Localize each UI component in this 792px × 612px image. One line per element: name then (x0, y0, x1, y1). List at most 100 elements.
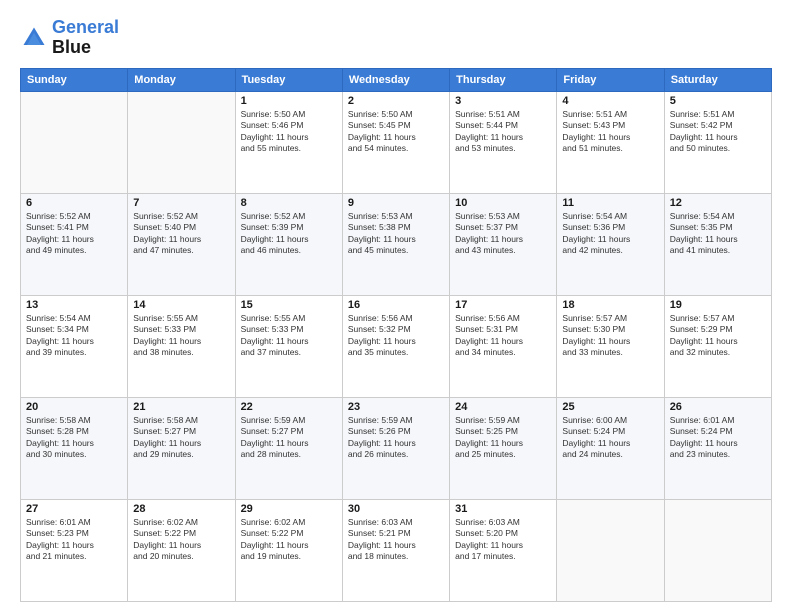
logo: GeneralBlue (20, 18, 119, 58)
day-info: Sunrise: 5:53 AM Sunset: 5:38 PM Dayligh… (348, 211, 444, 257)
page: GeneralBlue SundayMondayTuesdayWednesday… (0, 0, 792, 612)
calendar-cell: 30 Sunrise: 6:03 AM Sunset: 5:21 PM Dayli… (342, 499, 449, 601)
day-info: Sunrise: 5:51 AM Sunset: 5:42 PM Dayligh… (670, 109, 766, 155)
calendar-cell: 29Sunrise: 6:02 AM Sunset: 5:22 PM Dayli… (235, 499, 342, 601)
day-number: 2 (348, 95, 444, 107)
day-number: 30 (348, 503, 444, 515)
calendar-cell (664, 499, 771, 601)
day-info: Sunrise: 6:03 AM Sunset: 5:20 PM Dayligh… (455, 517, 551, 563)
day-number: 27 (26, 503, 122, 515)
day-info: Sunrise: 5:52 AM Sunset: 5:39 PM Dayligh… (241, 211, 337, 257)
weekday-header: Saturday (664, 68, 771, 91)
day-number: 18 (562, 299, 658, 311)
weekday-header: Wednesday (342, 68, 449, 91)
calendar-cell: 27 Sunrise: 6:01 AM Sunset: 5:23 PM Dayli… (21, 499, 128, 601)
calendar-cell: 17 Sunrise: 5:56 AM Sunset: 5:31 PM Dayli… (450, 295, 557, 397)
day-number: 12 (670, 197, 766, 209)
day-number: 11 (562, 197, 658, 209)
day-number: 7 (133, 197, 229, 209)
day-number: 21 (133, 401, 229, 413)
calendar-cell (557, 499, 664, 601)
day-info: Sunrise: 5:52 AM Sunset: 5:41 PM Dayligh… (26, 211, 122, 257)
day-info: Sunrise: 5:52 AM Sunset: 5:40 PM Dayligh… (133, 211, 229, 257)
calendar-cell: 14 Sunrise: 5:55 AM Sunset: 5:33 PM Dayli… (128, 295, 235, 397)
day-info: Sunrise: 5:58 AM Sunset: 5:27 PM Dayligh… (133, 415, 229, 461)
day-info: Sunrise: 5:54 AM Sunset: 5:35 PM Dayligh… (670, 211, 766, 257)
day-number: 14 (133, 299, 229, 311)
calendar-cell: 11 Sunrise: 5:54 AM Sunset: 5:36 PM Dayli… (557, 193, 664, 295)
calendar-cell (21, 91, 128, 193)
day-info: Sunrise: 5:58 AM Sunset: 5:28 PM Dayligh… (26, 415, 122, 461)
day-number: 4 (562, 95, 658, 107)
weekday-header: Monday (128, 68, 235, 91)
calendar-cell (128, 91, 235, 193)
calendar-cell: 22 Sunrise: 5:59 AM Sunset: 5:27 PM Dayli… (235, 397, 342, 499)
calendar-cell: 28 Sunrise: 6:02 AM Sunset: 5:22 PM Dayli… (128, 499, 235, 601)
day-info: Sunrise: 5:56 AM Sunset: 5:31 PM Dayligh… (455, 313, 551, 359)
calendar-cell: 4 Sunrise: 5:51 AM Sunset: 5:43 PM Daylig… (557, 91, 664, 193)
day-info: Sunrise: 5:54 AM Sunset: 5:36 PM Dayligh… (562, 211, 658, 257)
day-number: 17 (455, 299, 551, 311)
day-number: 10 (455, 197, 551, 209)
calendar-week-row: 27 Sunrise: 6:01 AM Sunset: 5:23 PM Dayli… (21, 499, 772, 601)
day-number: 19 (670, 299, 766, 311)
day-number: 3 (455, 95, 551, 107)
calendar-cell: 20 Sunrise: 5:58 AM Sunset: 5:28 PM Dayli… (21, 397, 128, 499)
day-info: Sunrise: 5:59 AM Sunset: 5:27 PM Dayligh… (241, 415, 337, 461)
weekday-header: Sunday (21, 68, 128, 91)
logo-icon (20, 24, 48, 52)
day-info: Sunrise: 5:55 AM Sunset: 5:33 PM Dayligh… (133, 313, 229, 359)
calendar-table: SundayMondayTuesdayWednesdayThursdayFrid… (20, 68, 772, 602)
day-number: 20 (26, 401, 122, 413)
calendar-cell: 2 Sunrise: 5:50 AM Sunset: 5:45 PM Daylig… (342, 91, 449, 193)
calendar-cell: 6 Sunrise: 5:52 AM Sunset: 5:41 PM Daylig… (21, 193, 128, 295)
calendar-cell: 19 Sunrise: 5:57 AM Sunset: 5:29 PM Dayli… (664, 295, 771, 397)
weekday-header: Thursday (450, 68, 557, 91)
day-number: 24 (455, 401, 551, 413)
day-info: Sunrise: 5:50 AM Sunset: 5:45 PM Dayligh… (348, 109, 444, 155)
day-number: 28 (133, 503, 229, 515)
calendar-cell: 13 Sunrise: 5:54 AM Sunset: 5:34 PM Dayli… (21, 295, 128, 397)
calendar-cell: 10 Sunrise: 5:53 AM Sunset: 5:37 PM Dayli… (450, 193, 557, 295)
day-number: 31 (455, 503, 551, 515)
calendar-cell: 26Sunrise: 6:01 AM Sunset: 5:24 PM Dayli… (664, 397, 771, 499)
day-number: 13 (26, 299, 122, 311)
day-number: 5 (670, 95, 766, 107)
calendar-cell: 3 Sunrise: 5:51 AM Sunset: 5:44 PM Daylig… (450, 91, 557, 193)
day-info: Sunrise: 5:51 AM Sunset: 5:44 PM Dayligh… (455, 109, 551, 155)
day-info: Sunrise: 6:01 AM Sunset: 5:24 PM Dayligh… (670, 415, 766, 461)
day-info: Sunrise: 5:55 AM Sunset: 5:33 PM Dayligh… (241, 313, 337, 359)
calendar-cell: 24Sunrise: 5:59 AM Sunset: 5:25 PM Dayli… (450, 397, 557, 499)
day-info: Sunrise: 6:00 AM Sunset: 5:24 PM Dayligh… (562, 415, 658, 461)
calendar-cell: 23Sunrise: 5:59 AM Sunset: 5:26 PM Dayli… (342, 397, 449, 499)
day-info: Sunrise: 6:03 AM Sunset: 5:21 PM Dayligh… (348, 517, 444, 563)
day-number: 15 (241, 299, 337, 311)
day-number: 8 (241, 197, 337, 209)
calendar-cell: 18Sunrise: 5:57 AM Sunset: 5:30 PM Dayli… (557, 295, 664, 397)
day-info: Sunrise: 5:53 AM Sunset: 5:37 PM Dayligh… (455, 211, 551, 257)
header: GeneralBlue (20, 18, 772, 58)
calendar-cell: 25 Sunrise: 6:00 AM Sunset: 5:24 PM Dayli… (557, 397, 664, 499)
day-info: Sunrise: 5:54 AM Sunset: 5:34 PM Dayligh… (26, 313, 122, 359)
weekday-header: Tuesday (235, 68, 342, 91)
calendar-cell: 12 Sunrise: 5:54 AM Sunset: 5:35 PM Dayli… (664, 193, 771, 295)
day-number: 16 (348, 299, 444, 311)
day-info: Sunrise: 5:57 AM Sunset: 5:29 PM Dayligh… (670, 313, 766, 359)
day-info: Sunrise: 6:02 AM Sunset: 5:22 PM Dayligh… (133, 517, 229, 563)
day-info: Sunrise: 5:51 AM Sunset: 5:43 PM Dayligh… (562, 109, 658, 155)
calendar-cell: 5 Sunrise: 5:51 AM Sunset: 5:42 PM Daylig… (664, 91, 771, 193)
day-number: 1 (241, 95, 337, 107)
calendar-cell: 31 Sunrise: 6:03 AM Sunset: 5:20 PM Dayli… (450, 499, 557, 601)
day-number: 6 (26, 197, 122, 209)
weekday-header: Friday (557, 68, 664, 91)
day-info: Sunrise: 5:56 AM Sunset: 5:32 PM Dayligh… (348, 313, 444, 359)
day-info: Sunrise: 6:01 AM Sunset: 5:23 PM Dayligh… (26, 517, 122, 563)
day-number: 23 (348, 401, 444, 413)
calendar-week-row: 6 Sunrise: 5:52 AM Sunset: 5:41 PM Daylig… (21, 193, 772, 295)
calendar-cell: 21 Sunrise: 5:58 AM Sunset: 5:27 PM Dayli… (128, 397, 235, 499)
day-number: 25 (562, 401, 658, 413)
logo-text: GeneralBlue (52, 18, 119, 58)
calendar-week-row: 1Sunrise: 5:50 AM Sunset: 5:46 PM Daylig… (21, 91, 772, 193)
calendar-cell: 1Sunrise: 5:50 AM Sunset: 5:46 PM Daylig… (235, 91, 342, 193)
day-number: 22 (241, 401, 337, 413)
